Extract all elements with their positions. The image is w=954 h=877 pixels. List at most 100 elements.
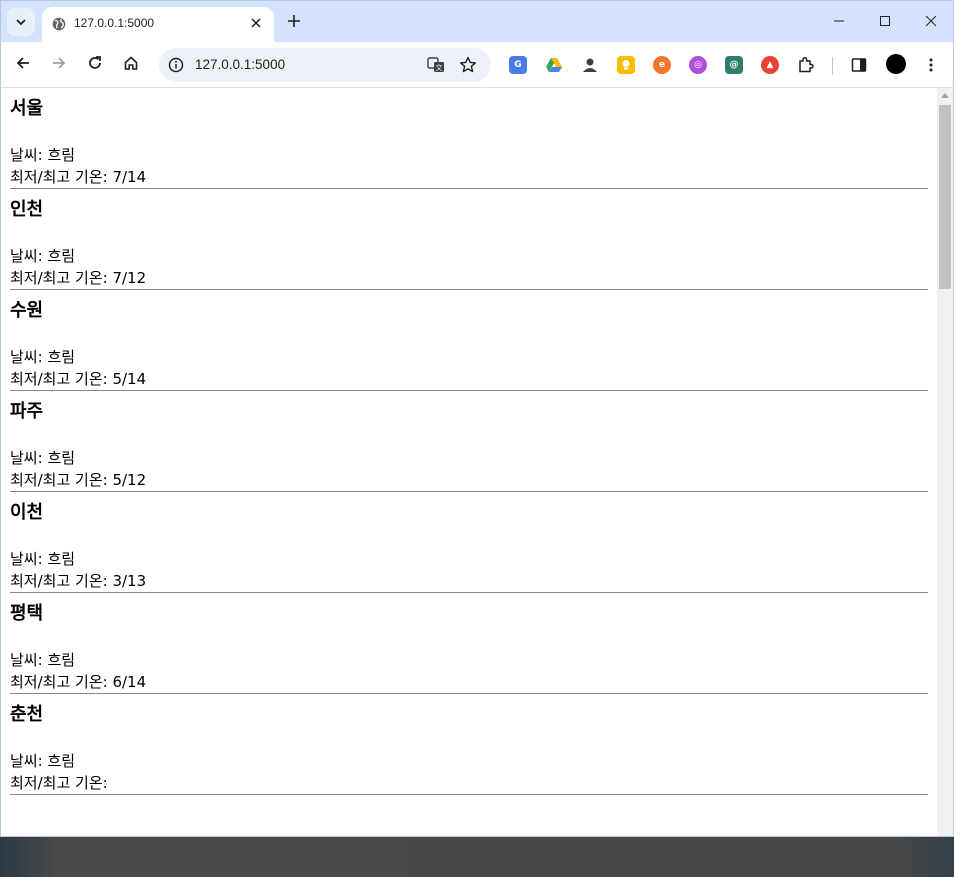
star-icon[interactable] [459, 56, 477, 74]
temperature-value: 3/13 [112, 571, 147, 590]
temperature-value: 6/14 [112, 672, 147, 691]
temperature-line: 최저/최고 기온: 3/13 [10, 571, 928, 593]
url-text: 127.0.0.1:5000 [195, 57, 286, 72]
puzzle-icon[interactable] [797, 56, 815, 74]
weather-label: 날씨: [10, 449, 48, 467]
avatar[interactable] [886, 54, 906, 74]
tab-search-button[interactable] [7, 8, 35, 36]
plus-icon [287, 13, 301, 32]
divider [10, 794, 928, 795]
chevron-down-icon [15, 13, 27, 32]
window-close-icon [925, 12, 937, 31]
temperature-value: 7/14 [112, 167, 147, 186]
orange-extension-icon[interactable]: e [653, 56, 671, 74]
weather-line: 날씨: 흐림 [10, 145, 928, 167]
temperature-label: 최저/최고 기온: [10, 369, 113, 388]
city-weather-block: 수원날씨: 흐림최저/최고 기온: 5/14 [10, 290, 928, 391]
temperature-line: 최저/최고 기온: 5/12 [10, 470, 928, 492]
green-extension-icon[interactable]: @ [725, 56, 743, 74]
maximize-icon [879, 12, 891, 31]
weather-line: 날씨: 흐림 [10, 650, 928, 672]
weather-line: 날씨: 흐림 [10, 549, 928, 571]
purple-extension-icon[interactable]: ◎ [689, 56, 707, 74]
temperature-label: 최저/최고 기온: [10, 773, 108, 792]
browser-window: 127.0.0.1:5000 127.0.0.1:5000 文 G e ◎ @ … [0, 0, 954, 837]
info-icon[interactable] [168, 57, 184, 73]
city-name: 춘천 [10, 704, 44, 725]
address-bar[interactable]: 127.0.0.1:5000 文 [159, 48, 491, 82]
city-name: 파주 [10, 401, 44, 422]
reload-icon [87, 55, 103, 75]
temperature-value: 7/12 [112, 268, 147, 287]
city-weather-block: 평택 날씨: 흐림 최저/최고 기온: 6/14 [10, 593, 928, 694]
user-extension-icon[interactable] [581, 56, 599, 74]
city-weather-block: 인천날씨: 흐림최저/최고 기온: 7/12 [10, 189, 928, 290]
google-drive-icon[interactable] [545, 56, 563, 74]
scrollbar-thumb[interactable] [939, 105, 951, 289]
city-name: 수원 [10, 300, 44, 321]
weather-value: 흐림 [47, 247, 76, 265]
google-translate-extension-icon[interactable]: G [509, 56, 527, 74]
close-icon[interactable] [248, 15, 264, 31]
globe-icon [52, 16, 66, 31]
temperature-line: 최저/최고 기온: 7/12 [10, 268, 928, 290]
weather-line: 날씨: 흐림 [10, 751, 928, 773]
temperature-value: 5/12 [112, 470, 147, 489]
temperature-label: 최저/최고 기온: [10, 470, 113, 489]
city-weather-block: 서울 날씨: 흐림 최저/최고 기온: 7/14 [10, 88, 928, 189]
translate-icon[interactable]: 文 [427, 56, 445, 74]
temperature-value: 5/14 [112, 369, 147, 388]
weather-label: 날씨: [10, 752, 48, 770]
page-content: 서울 날씨: 흐림 최저/최고 기온: 7/14 인천 날씨: 흐림 최저/최고 기온: … [1, 88, 937, 836]
scroll-up-arrow-icon[interactable] [941, 93, 949, 98]
keep-notes-icon[interactable] [617, 56, 635, 74]
weather-value: 흐림 [47, 348, 76, 366]
reload-button[interactable] [82, 52, 108, 78]
browser-toolbar: 127.0.0.1:5000 文 G e ◎ @ ▲ [1, 42, 953, 88]
vertical-scrollbar[interactable] [937, 88, 953, 836]
window-close-button[interactable] [919, 9, 943, 33]
city-weather-block: 춘천 날씨: 흐림 최저/최고 기온: [10, 694, 928, 795]
city-weather-block: 이천 날씨: 흐림 최저/최고 기온: 3/13 [10, 492, 928, 593]
temperature-label: 최저/최고 기온: [10, 268, 113, 287]
temperature-line: 최저/최고 기온: 7/14 [10, 167, 928, 189]
weather-label: 날씨: [10, 550, 48, 568]
maximize-button[interactable] [873, 9, 897, 33]
svg-text:文: 文 [436, 63, 443, 72]
weather-label: 날씨: [10, 348, 48, 366]
weather-label: 날씨: [10, 651, 48, 669]
new-tab-button[interactable] [283, 11, 305, 33]
weather-value: 흐림 [47, 752, 76, 770]
tab-strip: 127.0.0.1:5000 [1, 1, 953, 42]
side-panel-icon[interactable] [850, 56, 868, 74]
city-weather-block: 파주 날씨: 흐림 최저/최고 기온: 5/12 [10, 391, 928, 492]
temperature-label: 최저/최고 기온: [10, 571, 113, 590]
temperature-label: 최저/최고 기온: [10, 672, 113, 691]
weather-value: 흐림 [47, 146, 76, 164]
weather-label: 날씨: [10, 247, 48, 265]
toolbar-separator [832, 57, 833, 75]
temperature-line: 최저/최고 기온: 6/14 [10, 672, 928, 694]
kebab-menu-icon[interactable] [922, 56, 940, 74]
temperature-line: 최저/최고 기온: 5/14 [10, 369, 928, 391]
city-name: 이천 [10, 502, 44, 523]
active-tab[interactable]: 127.0.0.1:5000 [42, 7, 274, 42]
fire-extension-icon[interactable]: ▲ [761, 56, 779, 74]
city-name: 서울 [10, 98, 44, 119]
weather-value: 흐림 [47, 449, 76, 467]
forward-button[interactable] [46, 52, 72, 78]
weather-value: 흐림 [47, 550, 76, 568]
weather-line: 날씨: 흐림 [10, 448, 928, 470]
home-button[interactable] [118, 52, 144, 78]
minimize-button[interactable] [827, 9, 851, 33]
home-icon [123, 55, 139, 75]
weather-label: 날씨: [10, 146, 48, 164]
back-button[interactable] [10, 52, 36, 78]
city-name: 인천 [10, 199, 44, 220]
tab-title: 127.0.0.1:5000 [74, 16, 155, 30]
weather-value: 흐림 [47, 651, 76, 669]
forward-arrow-icon [51, 55, 67, 75]
desktop-taskbar [0, 837, 954, 877]
temperature-line: 최저/최고 기온: [10, 773, 928, 795]
temperature-label: 최저/최고 기온: [10, 167, 113, 186]
